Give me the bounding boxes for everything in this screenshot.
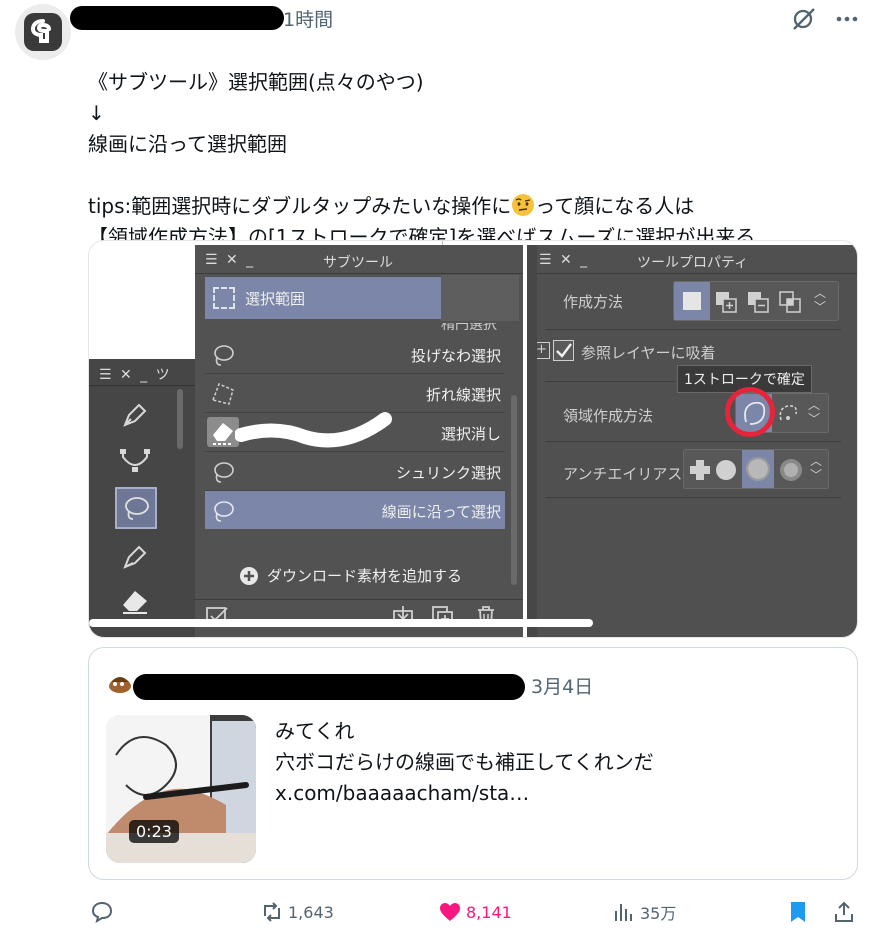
subtract-selection-icon[interactable]	[746, 290, 770, 314]
app-logo-icon	[24, 13, 62, 51]
plus-circle-icon	[240, 566, 258, 585]
white-brush-stroke	[235, 412, 392, 448]
tweet-media-image[interactable]: ☰ ✕ _ ツ ☰ ✕ _ サブツール 選択範囲 楕円選択 投げなわ選択 折れ線…	[88, 240, 858, 638]
redacted-author-name	[70, 6, 284, 30]
subtool-panel-header: ☰ ✕ _	[205, 252, 256, 268]
bookmark-filled-icon	[791, 902, 805, 922]
like-count: 8,141	[466, 902, 512, 922]
retweet-count: 1,643	[288, 902, 334, 922]
grok-icon[interactable]	[790, 6, 818, 36]
quoted-tweet-card[interactable]: 3月4日 0:23 みてくれ 穴ボコだらけの線画でも補正してくれンだ x.com…	[88, 647, 858, 880]
tweet-text: 《サブツール》選択範囲(点々のやつ) ↓ 線画に沿って選択範囲 tips:範囲選…	[88, 36, 858, 253]
antialias-none-icon[interactable]	[688, 458, 712, 482]
follow-lineart-selection-icon	[214, 501, 234, 522]
multi-stroke-icon[interactable]	[776, 400, 802, 426]
creation-method-label: 作成方法	[563, 293, 624, 311]
import-subtool-icon[interactable]	[391, 605, 415, 631]
new-selection-button[interactable]	[674, 282, 710, 320]
retweet-button[interactable]: 1,643	[260, 900, 334, 924]
share-button[interactable]	[832, 900, 856, 924]
creation-method-spinner[interactable]: ︿ ﹀	[814, 286, 826, 314]
quoted-video-thumbnail[interactable]: 0:23	[106, 715, 256, 863]
delete-subtool-icon[interactable]	[475, 605, 497, 631]
tool-property-panel: ☰ ✕ _ ツールプロパティ 作成方法 ︿ ﹀ + 参照レイヤーに吸着 1ストロー…	[527, 245, 857, 637]
subtool-panel: ☰ ✕ _ サブツール 選択範囲 楕円選択 投げなわ選択 折れ線選択 選択消し …	[195, 245, 523, 637]
area-creation-method-label: 領域作成方法	[563, 407, 654, 425]
view-count: 35万	[640, 904, 677, 923]
subtool-item-follow-lineart-selected[interactable]: 線画に沿って選択	[205, 491, 505, 529]
tweet-time[interactable]: 1時間	[283, 5, 333, 32]
subtool-settings-icon[interactable]	[205, 605, 231, 631]
author-avatar[interactable]	[15, 4, 71, 60]
fill-pen-tool-icon[interactable]	[119, 541, 151, 577]
antialias-strong-icon[interactable]	[778, 457, 804, 483]
reply-icon	[91, 901, 113, 924]
more-options-icon[interactable]	[834, 8, 860, 34]
intersect-selection-icon[interactable]	[778, 290, 802, 314]
vector-tool-icon[interactable]	[119, 445, 151, 479]
like-button[interactable]: 8,141	[438, 900, 512, 924]
antialias-segmented[interactable]: ︿ ﹀	[683, 449, 829, 489]
pen-tool-icon[interactable]	[119, 399, 151, 435]
tool-palette: ☰ ✕ _ ツ	[89, 359, 195, 637]
analytics-bar-icon	[615, 904, 632, 921]
quoted-author-avatar[interactable]	[107, 674, 133, 694]
views-button[interactable]: 35万	[612, 900, 676, 924]
subtool-group-selection-area[interactable]: 選択範囲	[205, 277, 441, 319]
share-icon	[835, 901, 853, 922]
polyline-selection-icon	[212, 383, 234, 405]
lasso-icon	[214, 345, 234, 366]
duplicate-subtool-icon[interactable]	[431, 605, 455, 631]
subtool-panel-title: サブツール	[323, 255, 393, 271]
tweet-text-line4-end: って顔になる人は	[535, 194, 695, 218]
heart-filled-icon	[440, 903, 460, 921]
red-highlight-circle	[725, 387, 775, 437]
redacted-quoted-author-name	[133, 674, 525, 700]
tool-property-panel-header: ☰ ✕ _	[539, 252, 590, 268]
face-with-raised-eyebrow-emoji-icon	[511, 193, 535, 217]
reply-button[interactable]	[90, 900, 114, 924]
creation-method-segmented[interactable]: ︿ ﹀	[673, 281, 839, 321]
video-duration-badge: 0:23	[129, 820, 179, 843]
eraser-tool-icon[interactable]	[119, 585, 151, 619]
reference-layer-checkbox[interactable]	[553, 340, 574, 361]
bookmark-button[interactable]	[786, 900, 810, 924]
tweet-text-main: 《サブツール》選択範囲(点々のやつ) ↓ 線画に沿って選択範囲 tips:範囲選…	[88, 70, 512, 218]
lasso-tool-selected-icon[interactable]	[115, 487, 157, 529]
antialias-label: アンチエイリアス	[563, 465, 683, 483]
area-method-spinner[interactable]: ︿ ﹀	[808, 398, 820, 426]
quoted-tweet-text: みてくれ 穴ボコだらけの線画でも補正してくれンだ x.com/baaaaacha…	[275, 719, 654, 805]
tool-palette-header: ☰ ✕ _ ツ	[99, 367, 172, 383]
antialias-weak-icon[interactable]	[714, 458, 738, 482]
shrink-selection-icon	[214, 462, 234, 483]
antialias-medium-button[interactable]	[742, 450, 774, 488]
retweet-icon	[264, 902, 280, 922]
subtool-item-lasso[interactable]: 投げなわ選択	[205, 335, 505, 374]
add-selection-icon[interactable]	[714, 290, 738, 314]
add-download-material-button[interactable]: ダウンロード素材を追加する	[239, 565, 462, 586]
subtool-item-shrink-selection[interactable]: シュリンク選択	[205, 452, 505, 491]
quoted-tweet-date: 3月4日	[531, 676, 594, 698]
selection-area-icon	[213, 287, 235, 309]
media-scroll-indicator	[89, 619, 593, 627]
antialias-spinner[interactable]: ︿ ﹀	[810, 454, 822, 482]
reference-layer-label: 参照レイヤーに吸着	[581, 344, 716, 362]
tool-property-panel-title: ツールプロパティ	[637, 255, 749, 271]
